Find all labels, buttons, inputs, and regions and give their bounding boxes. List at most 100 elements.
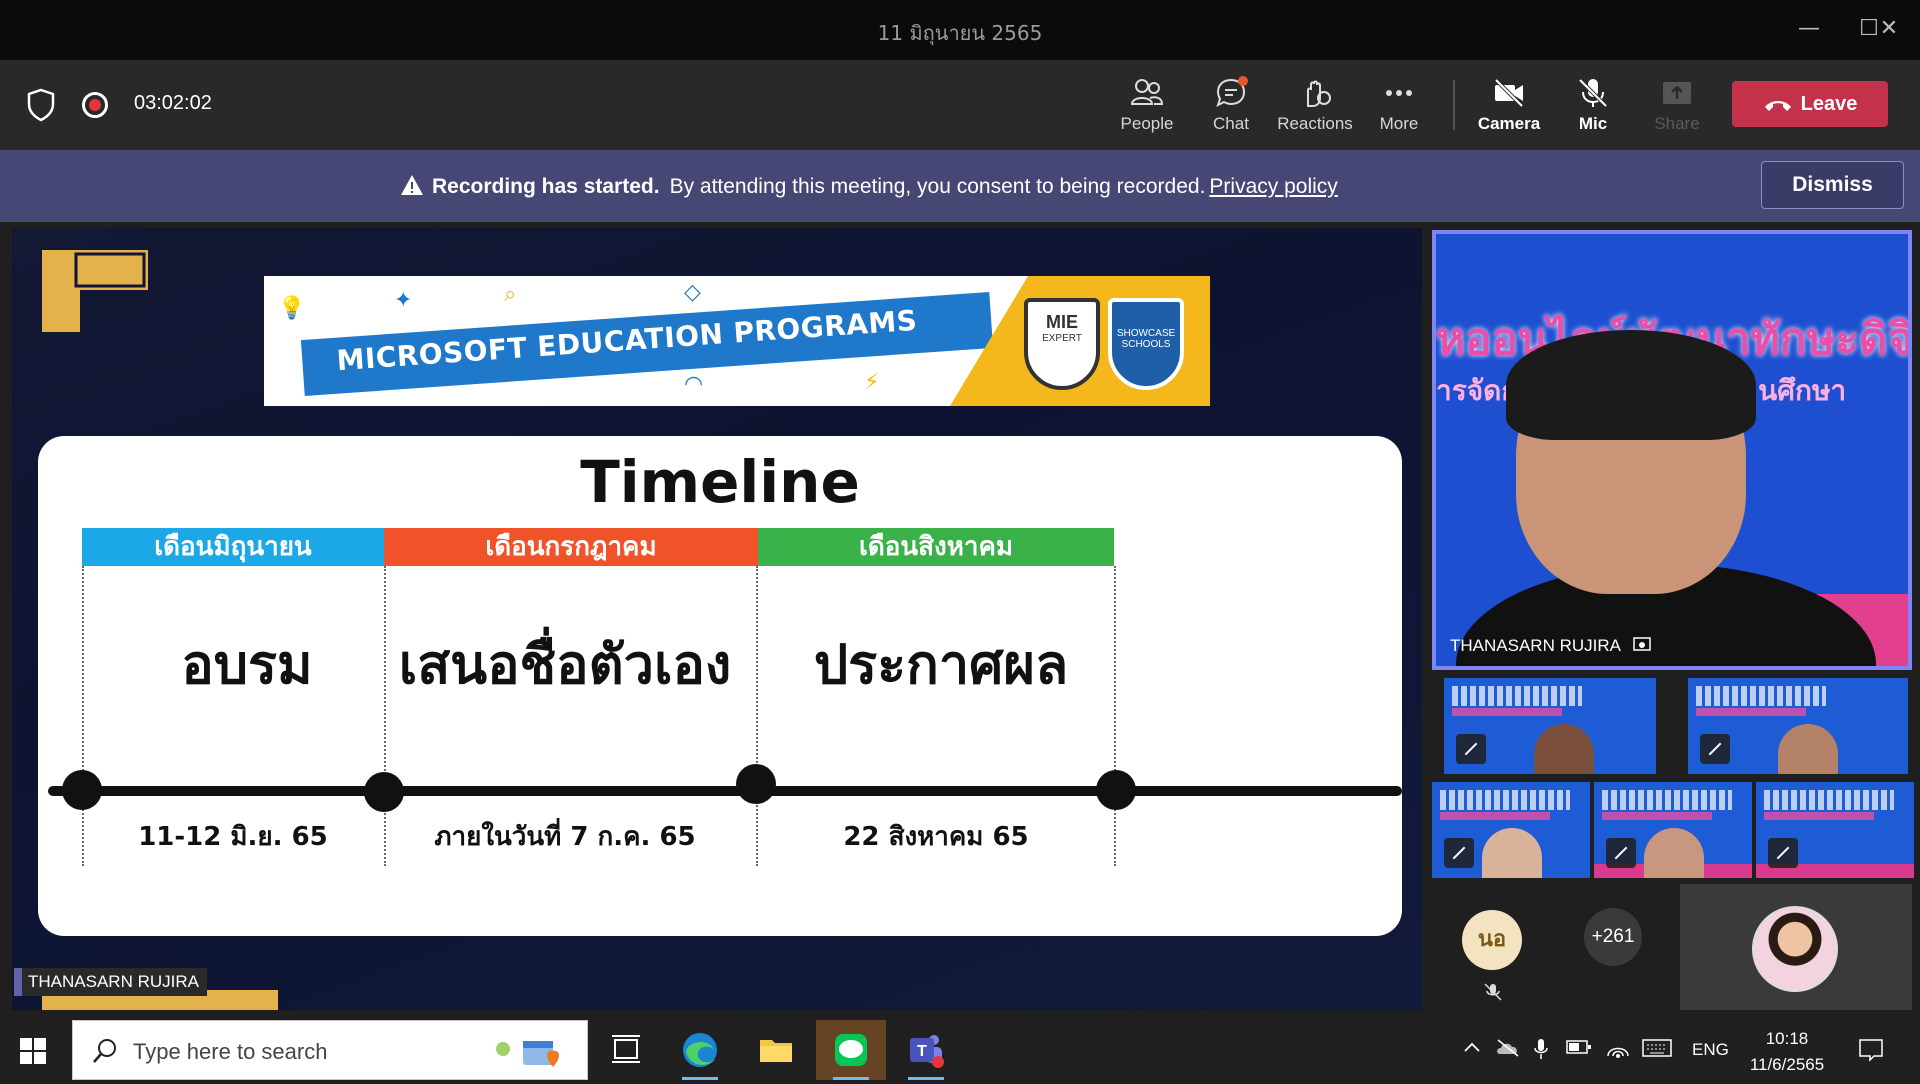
timeline-card: Timeline เดือนมิถุนายน เดือนกรกฎาคม เดือ… (38, 436, 1402, 936)
more-button[interactable]: More (1359, 72, 1439, 142)
share-label: Share (1654, 114, 1700, 133)
people-button[interactable]: People (1107, 72, 1187, 142)
dismiss-button[interactable]: Dismiss (1761, 161, 1904, 209)
active-speaker-video[interactable]: หออนไลน์พัฒนาทักษะดิจิทั ารจัดการเรียนรู… (1432, 230, 1912, 670)
mic-off-icon (1456, 734, 1486, 764)
file-explorer-button[interactable] (746, 1020, 806, 1080)
month-july-label: เดือนกรกฎาคม (485, 532, 657, 562)
date-july: ภายในวันที่ 7 ก.ค. 65 (434, 822, 696, 852)
close-icon[interactable]: ✕ (1874, 14, 1904, 44)
phone-hangup-icon (1764, 100, 1791, 111)
leave-button[interactable]: Leave (1732, 81, 1888, 127)
mic-off-icon (1578, 78, 1608, 108)
battery-icon[interactable] (1566, 1038, 1592, 1056)
chat-label: Chat (1213, 114, 1249, 133)
month-june-label: เดือนมิถุนายน (154, 532, 312, 562)
reactions-label: Reactions (1277, 114, 1353, 133)
speaker-name-label: THANASARN RUJIRA (1450, 636, 1651, 656)
cube-icon: ◇ (684, 280, 701, 305)
participant-tile[interactable] (1756, 782, 1914, 878)
mic-off-icon (1484, 983, 1502, 1001)
date-june: 11-12 มิ.ย. 65 (138, 822, 328, 852)
teams-app-button[interactable]: T (896, 1020, 956, 1080)
window-title-bar: 11 มิถุนายน 2565 — ☐ ✕ (0, 0, 1920, 60)
column-divider (1114, 566, 1116, 866)
system-clock[interactable]: 10:18 11/6/2565 (1744, 1026, 1830, 1078)
warning-icon (401, 175, 423, 195)
participant-photo (1752, 906, 1838, 992)
timeline-title: Timeline (580, 448, 860, 516)
participant-avatar[interactable]: นอ (1462, 910, 1522, 970)
input-language[interactable]: ENG (1692, 1040, 1729, 1060)
windows-taskbar: Type here to search T ENG 10:18 11/6/256… (0, 1020, 1920, 1080)
privacy-policy-link[interactable]: Privacy policy (1209, 175, 1337, 198)
svg-text:T: T (917, 1043, 927, 1060)
camera-label: Camera (1477, 114, 1541, 133)
windows-start-icon[interactable] (20, 1038, 46, 1064)
clock-time: 10:18 (1765, 1029, 1809, 1048)
clock-date: 11/6/2565 (1749, 1055, 1825, 1074)
chat-button[interactable]: Chat (1191, 72, 1271, 142)
shield-icon[interactable] (26, 88, 56, 122)
keyboard-icon[interactable] (1642, 1038, 1672, 1058)
search-placeholder: Type here to search (133, 1039, 328, 1064)
mie-badge-subtitle: EXPERT (1042, 333, 1082, 344)
wifi-icon[interactable] (1606, 1038, 1630, 1058)
mie-expert-badge: MIE EXPERT (1024, 298, 1100, 390)
participant-tile[interactable] (1688, 678, 1908, 774)
lightning-icon: ⚡ (864, 370, 880, 395)
participant-video (1534, 724, 1594, 774)
minimize-button[interactable]: — (1794, 14, 1824, 44)
task-view-icon (612, 1035, 640, 1063)
leave-label: Leave (1800, 93, 1858, 115)
edge-app-button[interactable] (670, 1020, 730, 1080)
tile-slide-text (1452, 686, 1582, 706)
presenter-name-tag: THANASARN RUJIRA (14, 968, 207, 996)
participant-video (1778, 724, 1838, 774)
star-icon: ✦ (394, 288, 413, 313)
search-icon (93, 1039, 116, 1063)
mic-off-icon (1444, 838, 1474, 868)
slide-corner-logo (42, 250, 148, 332)
month-july: เดือนกรกฎาคม (384, 528, 758, 566)
participant-tile[interactable] (1432, 782, 1590, 878)
tile-slide-text (1440, 790, 1570, 810)
tile-slide-subtitle (1440, 812, 1550, 820)
camera-button[interactable]: Camera (1469, 72, 1549, 142)
phase-self-nomination: เสนอชื่อตัวเอง (398, 633, 732, 696)
line-app-button[interactable] (816, 1020, 886, 1080)
edge-icon (683, 1033, 717, 1067)
taskbar-search-box[interactable]: Type here to search (72, 1020, 588, 1080)
timeline-line (48, 786, 1402, 796)
recording-indicator (82, 92, 108, 118)
people-label: People (1120, 114, 1174, 133)
share-button[interactable]: Share (1637, 72, 1717, 142)
notification-icon[interactable] (1858, 1038, 1884, 1062)
date-august: 22 สิงหาคม 65 (843, 822, 1029, 852)
timeline-dot (364, 772, 404, 812)
globe-icon: ◠ (684, 372, 704, 397)
chat-icon (1216, 76, 1248, 107)
people-icon (1130, 79, 1164, 105)
showcase-badge-label: SHOWCASE SCHOOLS (1116, 328, 1176, 350)
tile-slide-text (1696, 686, 1826, 706)
reactions-button[interactable]: Reactions (1275, 72, 1355, 142)
more-label: More (1379, 114, 1419, 133)
participant-video (1644, 828, 1704, 878)
participant-video (1482, 828, 1542, 878)
participant-tile[interactable] (1594, 782, 1752, 878)
onedrive-icon[interactable] (1496, 1038, 1520, 1058)
meeting-timer: 03:02:02 (134, 92, 212, 114)
screen-share-icon (1633, 637, 1651, 651)
participant-tile[interactable] (1444, 678, 1656, 774)
more-participants-button[interactable]: +261 (1584, 908, 1642, 966)
recording-title: Recording has started. (432, 175, 660, 198)
chevron-up-icon[interactable] (1462, 1038, 1482, 1058)
lightbulb-icon: 💡 (278, 296, 306, 321)
task-view-button[interactable] (596, 1020, 656, 1080)
mic-off-icon (1700, 734, 1730, 764)
microphone-tray-icon[interactable] (1534, 1038, 1548, 1060)
phase-announcement: ประกาศผล (813, 633, 1069, 696)
mic-button[interactable]: Mic (1553, 72, 1633, 142)
folder-icon (760, 1040, 792, 1062)
